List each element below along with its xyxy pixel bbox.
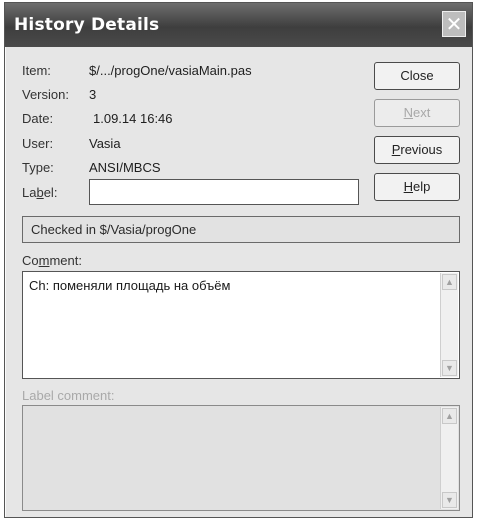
scroll-up-icon[interactable]: ▲ xyxy=(442,408,457,424)
date-label: Date: xyxy=(22,111,54,126)
next-button[interactable]: Next xyxy=(374,99,460,127)
close-icon[interactable]: ✕ xyxy=(442,11,466,37)
status-bar: Checked in $/Vasia/progOne xyxy=(22,216,460,243)
user-label: User: xyxy=(22,136,54,151)
label-comment-textarea[interactable]: ▲ ▼ xyxy=(22,405,460,511)
comment-scrollbar[interactable]: ▲ ▼ xyxy=(440,273,458,377)
dialog-title: History Details xyxy=(14,15,160,35)
title-bar: History Details ✕ xyxy=(5,3,472,47)
date-value: 1.09.14 16:46 xyxy=(93,111,173,126)
label-input[interactable] xyxy=(89,179,359,205)
comment-textarea[interactable]: Ch: поменяли площадь на объём ▲ ▼ xyxy=(22,271,460,379)
scroll-down-icon[interactable]: ▼ xyxy=(442,492,457,508)
scroll-down-icon[interactable]: ▼ xyxy=(442,360,457,376)
scroll-up-icon[interactable]: ▲ xyxy=(442,274,457,290)
label-comment-label: Label comment: xyxy=(22,388,115,403)
item-label: Item: xyxy=(22,63,51,78)
version-label: Version: xyxy=(22,87,69,102)
item-value: $/.../progOne/vasiaMain.pas xyxy=(89,63,252,78)
comment-text: Ch: поменяли площадь на объём xyxy=(29,278,231,293)
help-button[interactable]: Help xyxy=(374,173,460,201)
type-value: ANSI/MBCS xyxy=(89,160,161,175)
label-field-label: Label: xyxy=(22,185,58,200)
user-value: Vasia xyxy=(89,136,121,151)
close-button[interactable]: Close xyxy=(374,62,460,90)
history-details-dialog: History Details ✕ Item: $/.../progOne/va… xyxy=(4,2,473,518)
comment-label: Comment: xyxy=(22,253,82,268)
type-label: Type: xyxy=(22,160,54,175)
label-comment-scrollbar[interactable]: ▲ ▼ xyxy=(440,407,458,509)
version-value: 3 xyxy=(89,87,97,102)
previous-button[interactable]: Previous xyxy=(374,136,460,164)
